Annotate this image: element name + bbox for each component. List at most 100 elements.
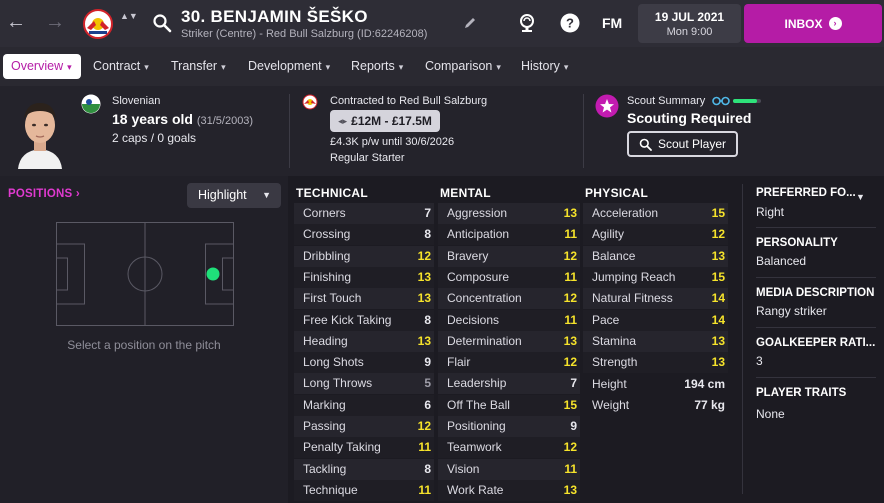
transfer-value-box[interactable]: ◂▸ £12M - £17.5M <box>330 110 440 132</box>
tab-development[interactable]: Development ▾ <box>240 54 338 79</box>
technical-attribute-row[interactable]: Corners 7 <box>294 203 434 224</box>
player-traits-heading: PLAYER TRAITS <box>756 387 847 399</box>
mental-attribute-row[interactable]: Flair 12 <box>438 352 580 374</box>
physical-attribute-row[interactable]: Stamina 13 <box>583 330 728 352</box>
physical-attribute-row[interactable]: Agility 12 <box>583 224 728 246</box>
technical-attribute-row[interactable]: Marking 6 <box>294 394 434 416</box>
mental-attribute-row[interactable]: Composure 11 <box>438 266 580 288</box>
divider <box>289 94 290 168</box>
attribute-name: Off The Ball <box>447 397 510 412</box>
nationality-text: Slovenian <box>112 95 161 107</box>
mental-attribute-row[interactable]: Bravery 12 <box>438 245 580 267</box>
back-arrow-icon[interactable]: ← <box>5 11 27 33</box>
mental-attribute-row[interactable]: Vision 11 <box>438 458 580 480</box>
physical-attribute-row[interactable]: Balance 13 <box>583 245 728 267</box>
tab-label: Contract <box>93 59 141 73</box>
tab-reports[interactable]: Reports ▾ <box>343 54 411 79</box>
attribute-name: Crossing <box>303 227 351 242</box>
mental-attribute-row[interactable]: Leadership 7 <box>438 373 580 395</box>
technical-attribute-row[interactable]: First Touch 13 <box>294 288 434 310</box>
pitch-diagram[interactable] <box>56 222 234 326</box>
technical-attribute-row[interactable]: Technique 11 <box>294 479 434 501</box>
positions-title[interactable]: POSITIONS › <box>8 188 80 200</box>
attribute-value: 12 <box>417 248 431 263</box>
club-badge-icon <box>302 94 318 110</box>
chevron-down-icon: ▾ <box>221 62 226 72</box>
trophy-icon[interactable] <box>516 12 538 34</box>
tab-comparison[interactable]: Comparison ▾ <box>417 54 509 79</box>
attribute-name: Concentration <box>447 291 522 306</box>
divider <box>742 184 743 494</box>
physical-column: PHYSICAL Acceleration 15 Agility 12 Balance 1… <box>583 176 728 503</box>
physical-attribute-row[interactable]: Jumping Reach 15 <box>583 266 728 288</box>
mental-attribute-row[interactable]: Aggression 13 <box>438 203 580 224</box>
attribute-name: Heading <box>303 333 348 348</box>
physical-heading: PHYSICAL <box>585 186 649 200</box>
technical-heading: TECHNICAL <box>296 186 369 200</box>
mental-attribute-row[interactable]: Positioning 9 <box>438 416 580 437</box>
inbox-button[interactable]: INBOX › <box>744 4 882 43</box>
physical-attribute-row[interactable]: Natural Fitness 14 <box>583 288 728 310</box>
attribute-value: 12 <box>563 440 577 455</box>
attribute-name: Acceleration <box>592 206 659 220</box>
attribute-value: 12 <box>563 355 577 370</box>
attribute-value: 7 <box>570 376 577 391</box>
flag-icon <box>81 94 101 114</box>
technical-attribute-row[interactable]: Long Shots 9 <box>294 352 434 374</box>
inbox-label: INBOX <box>784 16 823 31</box>
technical-attribute-row[interactable]: Long Throws 5 <box>294 373 434 395</box>
attribute-value: 12 <box>563 291 577 306</box>
edit-icon[interactable] <box>463 16 477 30</box>
mental-attribute-row[interactable]: Decisions 11 <box>438 309 580 331</box>
chevron-down-icon: ▾ <box>398 62 404 72</box>
height-label: Height <box>592 377 627 391</box>
scout-player-button[interactable]: Scout Player <box>627 131 738 157</box>
magnifier-icon <box>639 138 652 151</box>
physical-attribute-row[interactable]: Acceleration 15 <box>583 203 728 224</box>
technical-attribute-row[interactable]: Passing 12 <box>294 416 434 437</box>
technical-attribute-row[interactable]: Crossing 8 <box>294 224 434 246</box>
help-icon[interactable]: ? <box>559 12 581 34</box>
technical-column: TECHNICAL Corners 7 Crossing 8 Dribbling 12 Fi… <box>294 176 434 503</box>
technical-attribute-row[interactable]: Finishing 13 <box>294 266 434 288</box>
tab-overview[interactable]: Overview ▾ <box>3 54 81 79</box>
tab-history[interactable]: History ▾ <box>513 54 576 79</box>
weight-row: Weight 77 kg <box>583 395 728 416</box>
technical-attribute-row[interactable]: Heading 13 <box>294 330 434 352</box>
mental-attribute-row[interactable]: Determination 13 <box>438 330 580 352</box>
date-display[interactable]: 19 JUL 2021 Mon 9:00 <box>638 4 741 43</box>
fm-logo[interactable]: FM <box>602 15 622 31</box>
chevron-down-icon: ▼ <box>262 190 271 200</box>
mental-attribute-row[interactable]: Off The Ball 15 <box>438 394 580 416</box>
search-icon[interactable] <box>152 13 172 33</box>
attribute-value: 15 <box>563 397 577 412</box>
attribute-value: 14 <box>711 291 725 306</box>
club-switch-icon[interactable]: ▲▼ <box>120 10 138 22</box>
technical-attribute-row[interactable]: Free Kick Taking 8 <box>294 309 434 331</box>
highlight-dropdown[interactable]: Highlight ▼ <box>187 183 281 208</box>
attribute-name: Bravery <box>447 248 489 263</box>
physical-attribute-row[interactable]: Strength 13 <box>583 352 728 374</box>
mental-attribute-row[interactable]: Teamwork 12 <box>438 437 580 459</box>
tab-transfer[interactable]: Transfer ▾ <box>163 54 234 79</box>
attribute-name: Passing <box>303 419 346 433</box>
technical-attribute-row[interactable]: Tackling 8 <box>294 458 434 480</box>
attribute-value: 11 <box>564 227 577 242</box>
attribute-name: Stamina <box>592 333 637 348</box>
mental-attribute-row[interactable]: Anticipation 11 <box>438 224 580 246</box>
chevron-down-icon: ▾ <box>496 62 501 72</box>
technical-attribute-row[interactable]: Penalty Taking 11 <box>294 437 434 459</box>
technical-attribute-row[interactable]: Dribbling 12 <box>294 245 434 267</box>
attribute-name: Strength <box>592 355 638 370</box>
chevron-down-icon[interactable]: ▼ <box>856 192 865 202</box>
mental-attribute-row[interactable]: Concentration 12 <box>438 288 580 310</box>
attribute-value: 13 <box>711 333 725 348</box>
attribute-value: 14 <box>711 312 725 327</box>
physical-attribute-row[interactable]: Pace 14 <box>583 309 728 331</box>
club-badge-icon[interactable] <box>82 8 114 40</box>
mental-attribute-row[interactable]: Work Rate 13 <box>438 479 580 501</box>
pitch-hint: Select a position on the pitch <box>67 338 221 352</box>
age-value: 18 years old <box>112 111 193 127</box>
forward-arrow-icon[interactable]: → <box>44 11 66 33</box>
tab-contract[interactable]: Contract ▾ <box>85 54 157 79</box>
